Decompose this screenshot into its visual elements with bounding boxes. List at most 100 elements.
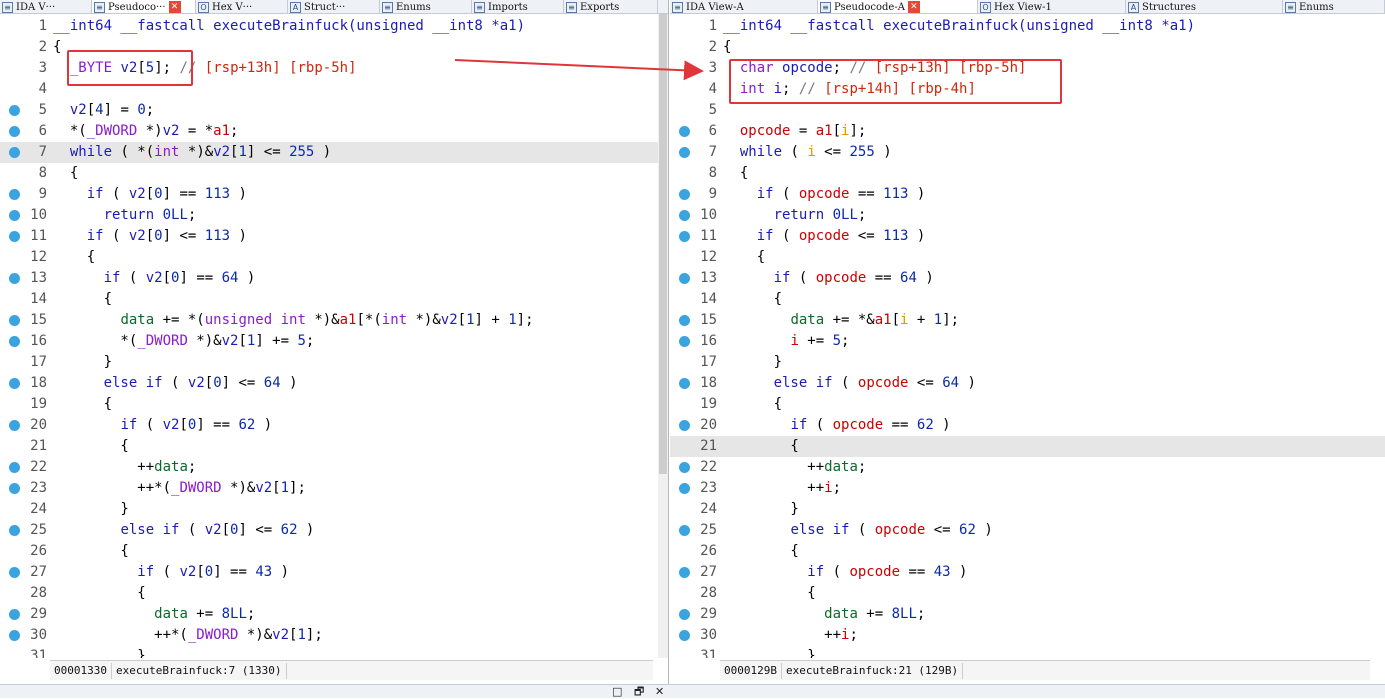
breakpoint-dot-icon[interactable] — [9, 462, 20, 473]
tab-struct[interactable]: A Struct··· — [288, 0, 380, 13]
breakpoint-dot-icon[interactable] — [679, 231, 690, 242]
breakpoint-dot-icon[interactable] — [679, 483, 690, 494]
breakpoint-dot-icon[interactable] — [9, 609, 20, 620]
code-line[interactable]: 9 if ( opcode == 113 ) — [670, 184, 1385, 205]
breakpoint-dot-icon[interactable] — [9, 273, 20, 284]
breakpoint-dot-icon[interactable] — [9, 231, 20, 242]
close-icon[interactable]: ✕ — [655, 685, 664, 699]
breakpoint-dot-icon[interactable] — [9, 483, 20, 494]
tab-enums[interactable]: ≡ Enums — [380, 0, 472, 13]
code-line[interactable]: 7 while ( i <= 255 ) — [670, 142, 1385, 163]
breakpoint-dot-icon[interactable] — [9, 147, 20, 158]
right-code-view[interactable]: 1 __int64 __fastcall executeBrainfuck(uns… — [670, 16, 1385, 658]
code-line[interactable]: 27 if ( v2[0] == 43 ) — [0, 562, 668, 583]
code-line[interactable]: 19 { — [670, 394, 1385, 415]
left-scroll-thumb[interactable] — [659, 14, 667, 474]
tab-ida[interactable]: ≡ IDA View-A — [670, 0, 818, 13]
breakpoint-dot-icon[interactable] — [9, 105, 20, 116]
tab-ida[interactable]: ≡ IDA V··· — [0, 0, 92, 13]
code-line[interactable]: 1 __int64 __fastcall executeBrainfuck(uns… — [0, 16, 668, 37]
left-scrollbar[interactable] — [658, 14, 668, 658]
breakpoint-dot-icon[interactable] — [9, 567, 20, 578]
code-line[interactable]: 11 if ( v2[0] <= 113 ) — [0, 226, 668, 247]
code-line[interactable]: 6 opcode = a1[i]; — [670, 121, 1385, 142]
tab-hex[interactable]: O Hex View-1 — [978, 0, 1126, 13]
code-line[interactable]: 30 ++i; — [670, 625, 1385, 646]
breakpoint-dot-icon[interactable] — [679, 462, 690, 473]
breakpoint-dot-icon[interactable] — [9, 378, 20, 389]
code-line[interactable]: 8 { — [0, 163, 668, 184]
code-line[interactable]: 28 { — [670, 583, 1385, 604]
breakpoint-dot-icon[interactable] — [679, 609, 690, 620]
breakpoint-dot-icon[interactable] — [9, 420, 20, 431]
code-line[interactable]: 17 } — [0, 352, 668, 373]
breakpoint-dot-icon[interactable] — [9, 336, 20, 347]
code-line[interactable]: 7 while ( *(int *)&v2[1] <= 255 ) — [0, 142, 668, 163]
restore-icon[interactable]: 🗗 — [634, 685, 644, 699]
code-line[interactable]: 17 } — [670, 352, 1385, 373]
tab-exports[interactable]: ≡ Exports — [564, 0, 658, 13]
code-line[interactable]: 9 if ( v2[0] == 113 ) — [0, 184, 668, 205]
code-line[interactable]: 12 { — [0, 247, 668, 268]
tab-enums[interactable]: ≡ Enums — [1283, 0, 1385, 13]
tab-pseudocode[interactable]: ≡ Pseudocode-A ✕ — [818, 0, 978, 13]
maximize-icon[interactable]: □ — [612, 685, 622, 699]
breakpoint-dot-icon[interactable] — [9, 525, 20, 536]
code-line[interactable]: 29 data += 8LL; — [0, 604, 668, 625]
code-line[interactable]: 22 ++data; — [670, 457, 1385, 478]
code-line[interactable]: 23 ++i; — [670, 478, 1385, 499]
code-line[interactable]: 6 *(_DWORD *)v2 = *a1; — [0, 121, 668, 142]
code-line[interactable]: 16 i += 5; — [670, 331, 1385, 352]
breakpoint-dot-icon[interactable] — [679, 336, 690, 347]
code-line[interactable]: 21 { — [0, 436, 668, 457]
code-line[interactable]: 8 { — [670, 163, 1385, 184]
code-line[interactable]: 15 data += *(unsigned int *)&a1[*(int *)… — [0, 310, 668, 331]
code-line[interactable]: 31 } — [0, 646, 668, 658]
code-line[interactable]: 25 else if ( v2[0] <= 62 ) — [0, 520, 668, 541]
breakpoint-dot-icon[interactable] — [679, 378, 690, 389]
code-line[interactable]: 26 { — [670, 541, 1385, 562]
breakpoint-dot-icon[interactable] — [679, 567, 690, 578]
code-line[interactable]: 15 data += *&a1[i + 1]; — [670, 310, 1385, 331]
code-line[interactable]: 18 else if ( v2[0] <= 64 ) — [0, 373, 668, 394]
close-tab-icon[interactable]: ✕ — [907, 1, 920, 13]
code-line[interactable]: 27 if ( opcode == 43 ) — [670, 562, 1385, 583]
breakpoint-dot-icon[interactable] — [679, 189, 690, 200]
breakpoint-dot-icon[interactable] — [679, 273, 690, 284]
code-line[interactable]: 2{ — [670, 37, 1385, 58]
close-tab-icon[interactable]: ✕ — [168, 1, 181, 13]
code-line[interactable]: 25 else if ( opcode <= 62 ) — [670, 520, 1385, 541]
code-line[interactable]: 21 { — [670, 436, 1385, 457]
code-line[interactable]: 26 { — [0, 541, 668, 562]
code-line[interactable]: 29 data += 8LL; — [670, 604, 1385, 625]
code-line[interactable]: 18 else if ( opcode <= 64 ) — [670, 373, 1385, 394]
code-line[interactable]: 20 if ( v2[0] == 62 ) — [0, 415, 668, 436]
code-line[interactable]: 19 { — [0, 394, 668, 415]
tab-pseudocode[interactable]: ≡ Pseudoco··· ✕ — [92, 0, 196, 13]
code-line[interactable]: 24 } — [0, 499, 668, 520]
breakpoint-dot-icon[interactable] — [679, 315, 690, 326]
breakpoint-dot-icon[interactable] — [679, 525, 690, 536]
code-line[interactable]: 20 if ( opcode == 62 ) — [670, 415, 1385, 436]
left-code-view[interactable]: 1 __int64 __fastcall executeBrainfuck(uns… — [0, 16, 668, 658]
code-line[interactable]: 13 if ( v2[0] == 64 ) — [0, 268, 668, 289]
code-line[interactable]: 12 { — [670, 247, 1385, 268]
code-line[interactable]: 23 ++*(_DWORD *)&v2[1]; — [0, 478, 668, 499]
breakpoint-dot-icon[interactable] — [9, 630, 20, 641]
breakpoint-dot-icon[interactable] — [679, 420, 690, 431]
breakpoint-dot-icon[interactable] — [679, 210, 690, 221]
breakpoint-dot-icon[interactable] — [679, 147, 690, 158]
tab-hex[interactable]: O Hex V··· — [196, 0, 288, 13]
code-line[interactable]: 5 v2[4] = 0; — [0, 100, 668, 121]
code-line[interactable]: 24 } — [670, 499, 1385, 520]
code-line[interactable]: 31 } — [670, 646, 1385, 658]
breakpoint-dot-icon[interactable] — [679, 126, 690, 137]
breakpoint-dot-icon[interactable] — [679, 630, 690, 641]
breakpoint-dot-icon[interactable] — [9, 126, 20, 137]
code-line[interactable]: 14 { — [670, 289, 1385, 310]
tab-imports[interactable]: ≡ Imports — [472, 0, 564, 13]
code-line[interactable]: 10 return 0LL; — [0, 205, 668, 226]
code-line[interactable]: 22 ++data; — [0, 457, 668, 478]
breakpoint-dot-icon[interactable] — [9, 210, 20, 221]
code-line[interactable]: 13 if ( opcode == 64 ) — [670, 268, 1385, 289]
